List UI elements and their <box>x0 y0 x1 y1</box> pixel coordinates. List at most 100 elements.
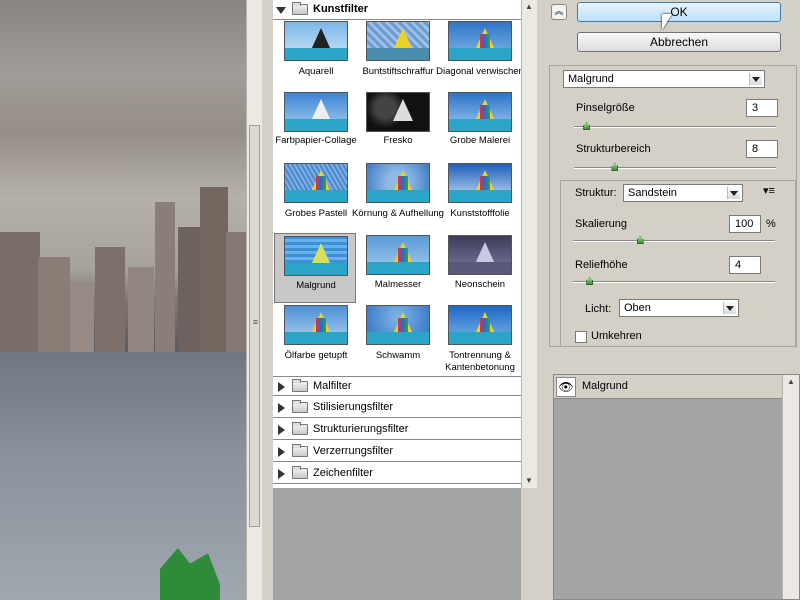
building <box>226 232 246 352</box>
texture-select[interactable]: Sandstein <box>623 184 743 202</box>
building <box>95 247 125 352</box>
texture-label: Struktur: <box>575 187 617 199</box>
eye-icon[interactable]: 👁 <box>556 377 576 397</box>
sea-shape <box>285 48 347 60</box>
layers-scrollbar[interactable]: ▲ <box>782 375 799 599</box>
effect-layer-label: Malgrund <box>582 380 628 392</box>
folder-icon <box>292 466 308 479</box>
preview-scrollbar[interactable]: ≡ <box>246 0 263 600</box>
sea-shape <box>367 190 429 202</box>
folder-icon <box>292 2 308 15</box>
category-stilisierungsfilter[interactable]: Stilisierungsfilter <box>273 398 521 418</box>
texture-select-value: Sandstein <box>628 187 677 199</box>
thumb-label: Schwamm <box>375 350 421 361</box>
filter-thumb-buntstiftschraffur[interactable]: Buntstiftschraffur <box>357 21 439 91</box>
relief-input[interactable]: 4 <box>729 256 761 274</box>
scrollbar-thumb[interactable]: ≡ <box>249 125 260 527</box>
thumb-label: Kunststofffolie <box>450 208 510 219</box>
category-zeichenfilter[interactable]: Zeichenfilter <box>273 464 521 484</box>
category-strukturierungsfilter[interactable]: Strukturierungsfilter <box>273 420 521 440</box>
expand-triangle-icon[interactable] <box>278 425 285 435</box>
building <box>155 202 175 352</box>
ok-button[interactable]: OK <box>577 2 781 22</box>
filter-settings-box: Pinselgröße 3 Strukturbereich 8 Struktur… <box>549 65 797 347</box>
sea-shape <box>449 48 511 60</box>
thumb-label: Tontrennung & Kantenbetonung <box>445 350 515 373</box>
filter-thumb-koernung-aufhellung[interactable]: Körnung & Aufhellung <box>352 163 444 233</box>
thumbnail-image <box>366 92 430 132</box>
texture-coverage-label: Strukturbereich <box>576 143 651 155</box>
sea-shape <box>367 48 429 60</box>
filter-thumb-malmesser[interactable]: Malmesser <box>357 233 439 303</box>
scroll-up-icon[interactable]: ▲ <box>525 2 533 11</box>
brush-size-slider-track[interactable] <box>574 126 776 128</box>
thumbnail-image <box>284 21 348 61</box>
filter-thumb-aquarell[interactable]: Aquarell <box>275 21 357 91</box>
brush-size-input[interactable]: 3 <box>746 99 778 117</box>
thumbnail-image <box>284 236 348 276</box>
scroll-up-icon[interactable]: ▲ <box>787 377 795 386</box>
light-select[interactable]: Oben <box>619 299 739 317</box>
texture-menu-icon[interactable]: ▾≡ <box>763 184 775 197</box>
thumbnail-image <box>448 163 512 203</box>
invert-label[interactable]: Umkehren <box>591 330 642 342</box>
thumbnail-image <box>284 163 348 203</box>
brush-size-slider-knob[interactable] <box>583 122 591 130</box>
thumbnail-image <box>366 235 430 275</box>
collapse-gallery-icon[interactable]: ︽ <box>551 4 567 20</box>
filter-thumb-grobes-pastell[interactable]: Grobes Pastell <box>275 163 357 233</box>
category-label: Strukturierungsfilter <box>313 423 409 435</box>
filter-thumb-neonschein[interactable]: Neonschein <box>439 233 521 303</box>
image-preview <box>0 0 246 600</box>
thumb-label: Diagonal verwischen <box>436 66 524 77</box>
filter-thumb-diagonal-verwischen[interactable]: Diagonal verwischen <box>436 21 524 91</box>
effect-layers-panel: 👁 Malgrund ▲ <box>553 374 800 600</box>
cancel-button[interactable]: Abbrechen <box>577 32 781 52</box>
expand-triangle-icon[interactable] <box>278 469 285 479</box>
category-label: Verzerrungsfilter <box>313 445 394 457</box>
thumb-label: Aquarell <box>298 66 334 77</box>
relief-label: Reliefhöhe <box>575 259 628 271</box>
effect-layer-row[interactable]: 👁 Malgrund <box>554 375 783 399</box>
filter-thumb-farbpapier-collage[interactable]: Farbpapier-Collage <box>275 92 357 162</box>
category-malfilter[interactable]: Malfilter <box>273 376 521 396</box>
chevron-down-icon <box>723 302 736 314</box>
sea-shape <box>367 262 429 274</box>
building <box>70 282 94 352</box>
texture-coverage-input[interactable]: 8 <box>746 140 778 158</box>
filter-thumb-oelfarbe-getupft[interactable]: Ölfarbe getupft <box>275 305 357 375</box>
filter-thumb-kunststofffolie[interactable]: Kunststofffolie <box>439 163 521 233</box>
brush-size-label: Pinselgröße <box>576 102 635 114</box>
scroll-down-icon[interactable]: ▼ <box>525 476 533 485</box>
thumb-label: Farbpapier-Collage <box>275 135 357 146</box>
sea-shape <box>285 119 347 131</box>
filter-list-scrollbar[interactable]: ▲ ▼ <box>521 0 537 488</box>
expand-triangle-icon[interactable] <box>278 403 285 413</box>
sail-shape <box>311 99 331 121</box>
expand-triangle-icon[interactable] <box>278 382 285 392</box>
filter-thumb-malgrund[interactable]: Malgrund <box>274 233 356 303</box>
thumb-label: Grobe Malerei <box>449 135 511 146</box>
texture-coverage-slider-track[interactable] <box>574 167 776 169</box>
relief-slider-knob[interactable] <box>586 277 594 285</box>
expand-triangle-icon[interactable] <box>276 7 286 14</box>
invert-checkbox[interactable] <box>575 331 587 343</box>
filter-thumb-schwamm[interactable]: Schwamm <box>357 305 439 375</box>
scaling-slider-track[interactable] <box>573 240 775 242</box>
expand-triangle-icon[interactable] <box>278 447 285 457</box>
scaling-input[interactable]: 100 <box>729 215 761 233</box>
folder-icon <box>292 400 308 413</box>
category-kunstfilter[interactable]: Kunstfilter <box>273 0 521 20</box>
sail-shape <box>311 28 331 50</box>
relief-slider-track[interactable] <box>573 281 775 283</box>
sea-shape <box>449 119 511 131</box>
scaling-slider-knob[interactable] <box>636 236 644 244</box>
filter-thumb-fresko[interactable]: Fresko <box>357 92 439 162</box>
thumbnail-image <box>448 235 512 275</box>
thumbnail-image <box>366 305 430 345</box>
filter-thumb-grobe-malerei[interactable]: Grobe Malerei <box>439 92 521 162</box>
texture-coverage-slider-knob[interactable] <box>611 163 619 171</box>
category-verzerrungsfilter[interactable]: Verzerrungsfilter <box>273 442 521 462</box>
filter-thumb-tontrennung[interactable]: Tontrennung & Kantenbetonung <box>439 305 521 375</box>
light-select-value: Oben <box>624 302 651 314</box>
